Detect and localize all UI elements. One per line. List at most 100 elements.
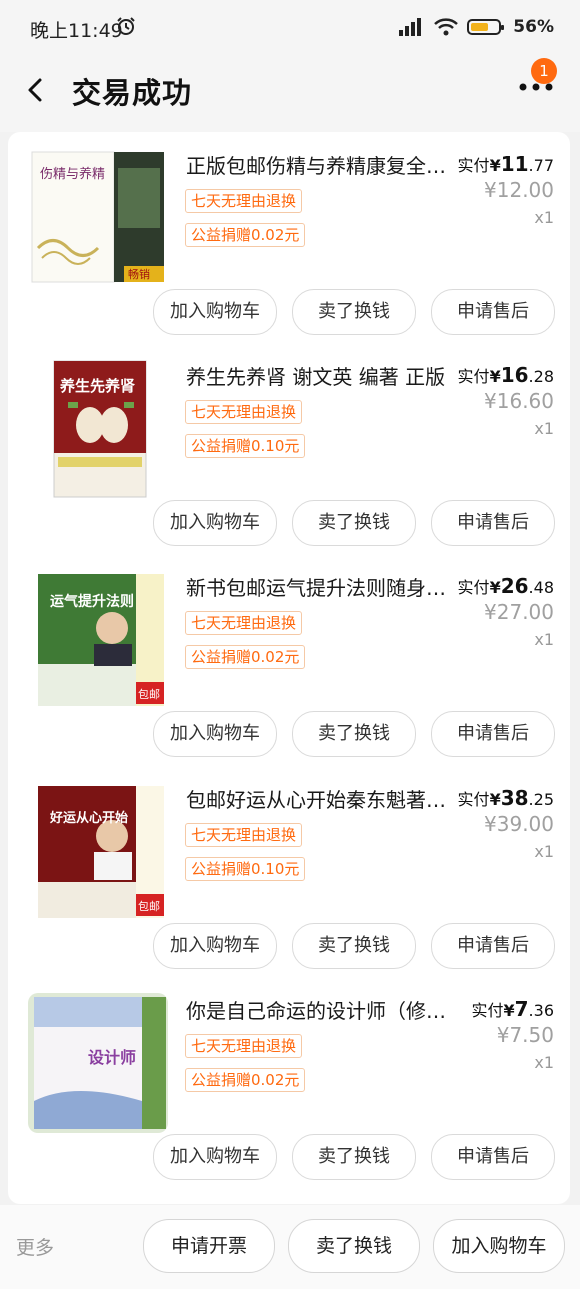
charity-tag: 公益捐赠0.02元 bbox=[185, 645, 306, 669]
paid-amount: 26 bbox=[500, 574, 529, 598]
page-title: 交易成功 bbox=[72, 76, 193, 110]
book-cover-image: 运气提升法则 包邮 bbox=[28, 570, 168, 710]
request-invoice-button[interactable]: 申请开票 bbox=[143, 1219, 275, 1273]
book-cover-image: 养生先养肾 bbox=[28, 359, 168, 499]
paid-label: 实付 bbox=[457, 367, 490, 386]
product-thumbnail[interactable]: 运气提升法则 包邮 bbox=[28, 570, 168, 710]
product-thumbnail[interactable]: 伤精与养精 畅销 bbox=[28, 148, 168, 288]
after-sales-button[interactable]: 申请售后 bbox=[431, 1134, 555, 1180]
cover-title: 运气提升法则 bbox=[50, 593, 134, 610]
paid-decimal: .36 bbox=[528, 1001, 554, 1020]
status-icons: 56% bbox=[397, 15, 554, 39]
cover-title: 设计师 bbox=[88, 1048, 136, 1067]
paid-label: 实付 bbox=[471, 1001, 504, 1020]
order-item: 养生先养肾 养生先养肾 谢文英 编著 正版 七天无理由退换 公益捐赠0.10元 … bbox=[8, 351, 570, 563]
paid-amount: 7 bbox=[514, 997, 529, 1021]
cover-stamp: 畅销 bbox=[128, 267, 150, 281]
product-thumbnail[interactable]: 设计师 bbox=[28, 993, 168, 1133]
quantity: x1 bbox=[534, 419, 554, 438]
message-badge: 1 bbox=[531, 58, 557, 84]
return-policy-tag: 七天无理由退换 bbox=[185, 189, 303, 213]
bottom-action-bar: 更多 申请开票 卖了换钱 加入购物车 bbox=[0, 1205, 580, 1289]
return-policy-tag: 七天无理由退换 bbox=[185, 823, 303, 847]
paid-price: 实付¥11.77 bbox=[458, 152, 554, 176]
charity-tag: 公益捐赠0.10元 bbox=[185, 434, 306, 458]
paid-price: 实付¥7.36 bbox=[471, 997, 554, 1021]
book-cover-image: 好运从心开始 包邮 bbox=[28, 782, 168, 922]
after-sales-button[interactable]: 申请售后 bbox=[431, 500, 555, 546]
signal-icon bbox=[399, 18, 422, 36]
sell-button[interactable]: 卖了换钱 bbox=[292, 711, 416, 757]
currency: ¥ bbox=[489, 578, 501, 597]
book-cover-image: 伤精与养精 畅销 bbox=[28, 148, 168, 288]
sell-button[interactable]: 卖了换钱 bbox=[292, 500, 416, 546]
paid-price: 实付¥16.28 bbox=[458, 363, 554, 387]
add-to-cart-button[interactable]: 加入购物车 bbox=[153, 923, 277, 969]
original-price: ¥39.00 bbox=[484, 812, 554, 836]
currency: ¥ bbox=[489, 790, 501, 809]
header: 交易成功 1 bbox=[0, 56, 580, 132]
after-sales-button[interactable]: 申请售后 bbox=[431, 289, 555, 335]
add-to-cart-button[interactable]: 加入购物车 bbox=[153, 711, 277, 757]
back-arrow-icon[interactable] bbox=[22, 76, 50, 104]
after-sales-button[interactable]: 申请售后 bbox=[431, 711, 555, 757]
charity-tag: 公益捐赠0.02元 bbox=[185, 1068, 306, 1092]
original-price: ¥12.00 bbox=[484, 178, 554, 202]
currency: ¥ bbox=[503, 1001, 515, 1020]
add-to-cart-button[interactable]: 加入购物车 bbox=[433, 1219, 565, 1273]
return-policy-tag: 七天无理由退换 bbox=[185, 1034, 303, 1058]
cover-title: 养生先养肾 bbox=[59, 377, 135, 395]
status-time: 晚上11:49 bbox=[30, 20, 123, 42]
add-to-cart-button[interactable]: 加入购物车 bbox=[153, 1134, 277, 1180]
add-to-cart-button[interactable]: 加入购物车 bbox=[153, 289, 277, 335]
product-name[interactable]: 养生先养肾 谢文英 编著 正版 bbox=[186, 361, 448, 390]
after-sales-button[interactable]: 申请售后 bbox=[431, 923, 555, 969]
quantity: x1 bbox=[534, 842, 554, 861]
product-thumbnail[interactable]: 好运从心开始 包邮 bbox=[28, 782, 168, 922]
cover-stamp: 包邮 bbox=[138, 688, 160, 701]
return-policy-tag: 七天无理由退换 bbox=[185, 611, 303, 635]
quantity: x1 bbox=[534, 630, 554, 649]
charity-tag: 公益捐赠0.10元 bbox=[185, 857, 306, 881]
battery-icon bbox=[467, 19, 505, 35]
more-link[interactable]: 更多 bbox=[16, 1233, 54, 1260]
paid-price: 实付¥26.48 bbox=[458, 574, 554, 598]
paid-label: 实付 bbox=[457, 578, 490, 597]
cover-stamp: 包邮 bbox=[138, 900, 160, 913]
currency: ¥ bbox=[489, 156, 501, 175]
sell-button[interactable]: 卖了换钱 bbox=[292, 1134, 416, 1180]
sell-button[interactable]: 卖了换钱 bbox=[292, 289, 416, 335]
paid-amount: 38 bbox=[500, 786, 529, 810]
paid-decimal: .77 bbox=[528, 156, 554, 175]
quantity: x1 bbox=[534, 1053, 554, 1072]
battery-percent: 56% bbox=[513, 17, 554, 37]
paid-decimal: .25 bbox=[528, 790, 554, 809]
product-name[interactable]: 包邮好运从心开始秦东魁著正版 bbox=[186, 784, 448, 813]
currency: ¥ bbox=[489, 367, 501, 386]
product-name[interactable]: 你是自己命运的设计师（修订版） bbox=[186, 995, 448, 1024]
order-item: 设计师 你是自己命运的设计师（修订版） 七天无理由退换 公益捐赠0.02元 实付… bbox=[8, 985, 570, 1197]
product-name[interactable]: 正版包邮伤精与养精康复全过程 bbox=[186, 150, 448, 179]
paid-amount: 11 bbox=[500, 152, 529, 176]
original-price: ¥27.00 bbox=[484, 600, 554, 624]
product-thumbnail[interactable]: 养生先养肾 bbox=[28, 359, 168, 499]
paid-price: 实付¥38.25 bbox=[458, 786, 554, 810]
original-price: ¥7.50 bbox=[496, 1023, 554, 1047]
wifi-icon bbox=[434, 18, 459, 36]
status-bar: 晚上11:49 56% bbox=[0, 0, 580, 56]
order-item: 好运从心开始 包邮 包邮好运从心开始秦东魁著正版 七天无理由退换 公益捐赠0.1… bbox=[8, 774, 570, 986]
product-name[interactable]: 新书包邮运气提升法则随身自查手册 bbox=[186, 572, 448, 601]
paid-amount: 16 bbox=[500, 363, 529, 387]
return-policy-tag: 七天无理由退换 bbox=[185, 400, 303, 424]
sell-button[interactable]: 卖了换钱 bbox=[292, 923, 416, 969]
paid-decimal: .28 bbox=[528, 367, 554, 386]
paid-label: 实付 bbox=[457, 790, 490, 809]
order-items-card: 伤精与养精 畅销 正版包邮伤精与养精康复全过程 七天无理由退换 公益捐赠0.02… bbox=[8, 132, 570, 1204]
cover-title: 好运从心开始 bbox=[49, 810, 128, 826]
alarm-icon bbox=[117, 17, 135, 35]
add-to-cart-button[interactable]: 加入购物车 bbox=[153, 500, 277, 546]
book-cover-image: 设计师 bbox=[28, 993, 168, 1133]
order-item: 伤精与养精 畅销 正版包邮伤精与养精康复全过程 七天无理由退换 公益捐赠0.02… bbox=[8, 140, 570, 352]
paid-label: 实付 bbox=[457, 156, 490, 175]
sell-button[interactable]: 卖了换钱 bbox=[288, 1219, 420, 1273]
